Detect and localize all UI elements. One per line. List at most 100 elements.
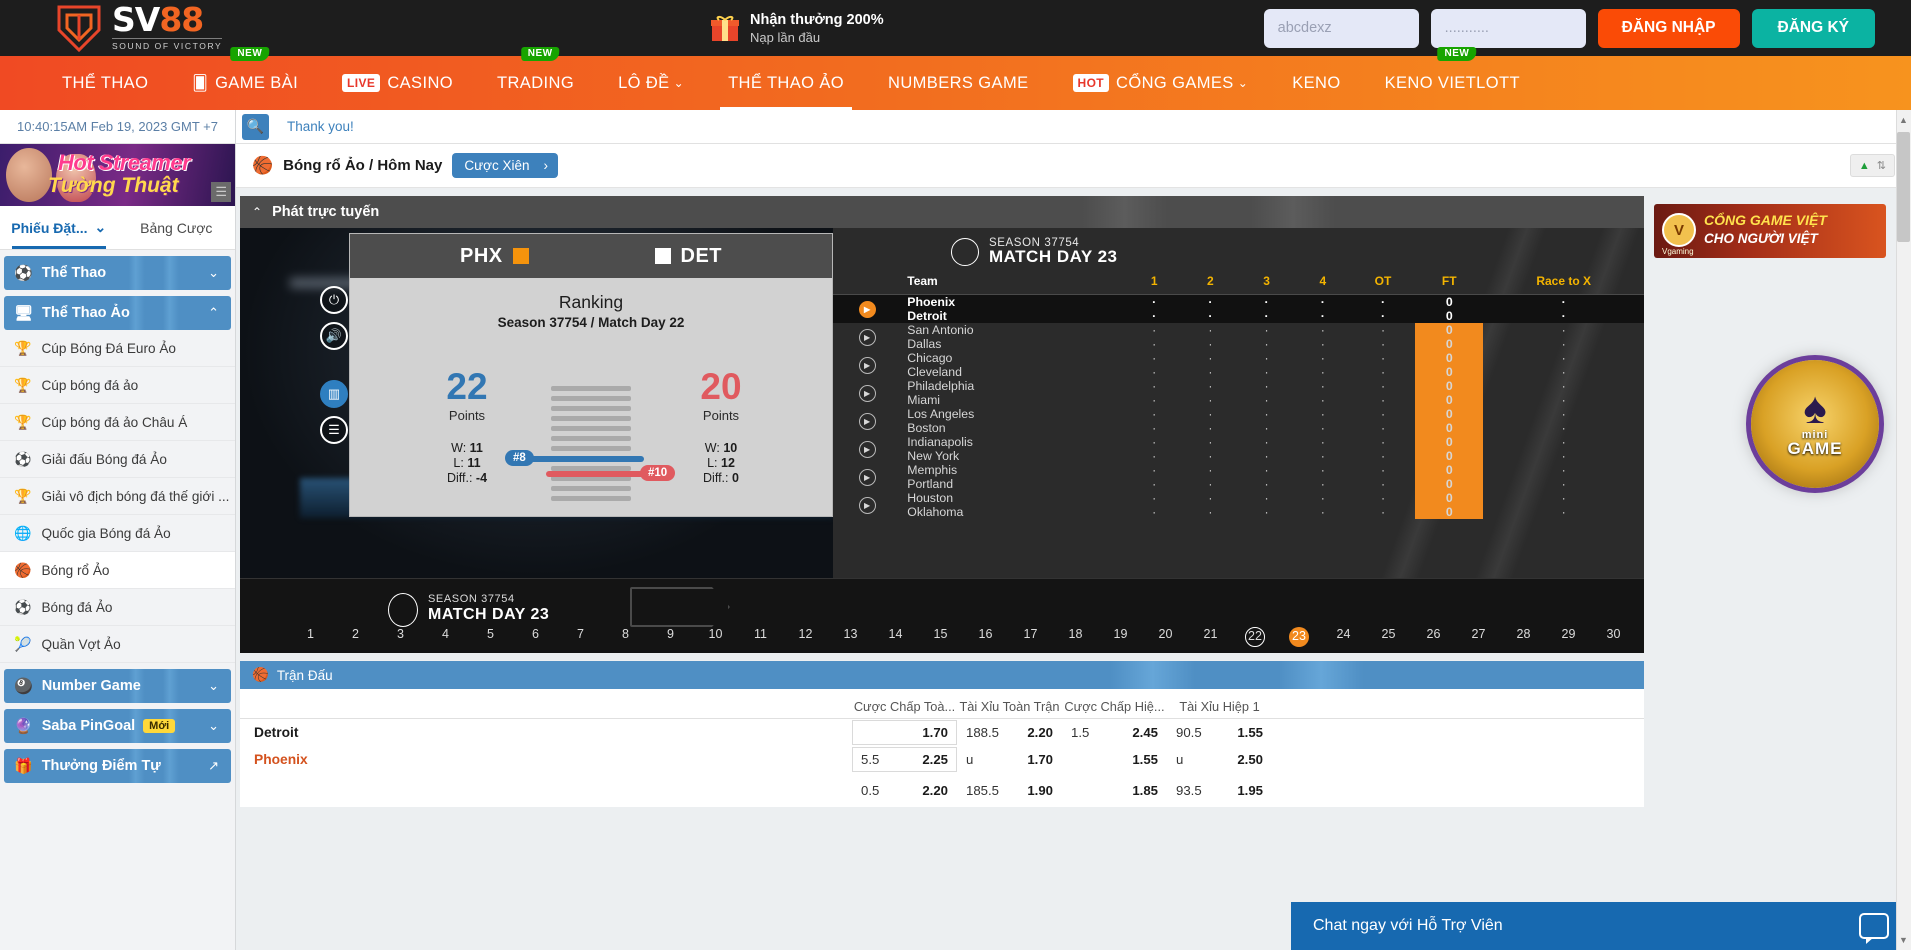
nav-item-keno[interactable]: KENO bbox=[1270, 56, 1362, 110]
login-button[interactable]: ĐĂNG NHẬP bbox=[1597, 8, 1740, 48]
nav-item-keno-vietlott[interactable]: NEW KENO VIETLOTT bbox=[1363, 47, 1542, 110]
odd-cell[interactable]: 1.70 bbox=[852, 720, 957, 745]
sidebar-item-cup-bong-da-ao[interactable]: 🏆 Cúp bóng đá ảo bbox=[0, 367, 235, 404]
scroll-down-icon[interactable]: ▼ bbox=[1897, 932, 1910, 948]
sort-toggle[interactable]: ▲ ⇅ bbox=[1849, 154, 1895, 177]
play-icon[interactable]: ▶ bbox=[858, 496, 876, 514]
play-cell[interactable]: ▶ bbox=[833, 407, 901, 435]
matchday-29[interactable]: 29 bbox=[1558, 627, 1579, 647]
vgaming-ad[interactable]: V CỔNG GAME VIỆT CHO NGƯỜI VIỆT Vgaming bbox=[1654, 204, 1886, 258]
username-input[interactable] bbox=[1263, 8, 1419, 48]
play-icon[interactable]: ▶ bbox=[858, 384, 876, 402]
nav-item-game-bai[interactable]: NEW 🂠 GAME BÀI bbox=[170, 47, 320, 110]
sidebar-item-cup-bong-da-ao-chau-a[interactable]: 🏆 Cúp bóng đá ảo Châu Á bbox=[0, 404, 235, 441]
table-row[interactable]: Oklahoma · · · · · 0 · bbox=[833, 505, 1644, 519]
power-icon[interactable]: ⏻ bbox=[320, 286, 348, 314]
table-row[interactable]: Cleveland · · · · · 0 · bbox=[833, 365, 1644, 379]
odd-cell[interactable]: 5.5 2.25 bbox=[852, 747, 957, 772]
stream-header[interactable]: ⌃ Phát trực tuyến bbox=[240, 196, 1644, 228]
matchday-8[interactable]: 8 bbox=[615, 627, 636, 647]
matchday-5[interactable]: 5 bbox=[480, 627, 501, 647]
matchday-3[interactable]: 3 bbox=[390, 627, 411, 647]
table-row[interactable]: New York · · · · · 0 · bbox=[833, 449, 1644, 463]
minigame-button[interactable]: ♠ mini GAME bbox=[1751, 360, 1879, 488]
table-row[interactable]: ▶ Indianapolis · · · · · 0 · bbox=[833, 435, 1644, 458]
table-row[interactable]: ▶ Houston · · · · · 0 · bbox=[833, 491, 1644, 514]
video-player[interactable]: ⏻ 🔊 ▥ ☰ PHX DET Ranking Season 37754 / M… bbox=[240, 228, 833, 578]
play-cell[interactable]: ▶ bbox=[833, 294, 902, 323]
sidebar-group-saba-pingoal[interactable]: 🔮 Saba PinGoal Mới ⌄ bbox=[4, 709, 231, 743]
matchday-22[interactable]: 22 bbox=[1245, 627, 1265, 647]
play-cell[interactable]: ▶ bbox=[833, 435, 901, 463]
matchday-21[interactable]: 21 bbox=[1200, 627, 1221, 647]
odd-cell[interactable]: 185.5 1.90 bbox=[957, 778, 1062, 803]
tab-phieu-dat[interactable]: Phiếu Đặt... ⌄ bbox=[0, 206, 118, 249]
play-icon[interactable]: ▶ bbox=[858, 300, 876, 318]
matchday-30[interactable]: 30 bbox=[1603, 627, 1624, 647]
matchday-25[interactable]: 25 bbox=[1378, 627, 1399, 647]
table-row[interactable]: Portland · · · · · 0 · bbox=[833, 477, 1644, 491]
table-row[interactable]: ▶ Chicago · · · · · 0 · bbox=[833, 351, 1644, 374]
search-icon[interactable]: 🔍 bbox=[242, 113, 269, 140]
table-row[interactable]: ▶ Los Angeles · · · · · 0 · bbox=[833, 407, 1644, 430]
matchday-16[interactable]: 16 bbox=[975, 627, 996, 647]
nav-item-the-thao-ao[interactable]: THỂ THAO ẢO bbox=[706, 56, 866, 110]
site-logo[interactable]: SV88 SOUND OF VICTORY bbox=[56, 3, 223, 52]
matchday-4[interactable]: 4 bbox=[435, 627, 456, 647]
sidebar-item-cup-bong-da-euro-ao[interactable]: 🏆 Cúp Bóng Đá Euro Ảo bbox=[0, 330, 235, 367]
sidebar-item-bong-ro-ao[interactable]: 🏀 Bóng rổ Ảo bbox=[0, 552, 235, 589]
matchday-19[interactable]: 19 bbox=[1110, 627, 1131, 647]
page-scrollbar[interactable]: ▲ ▼ bbox=[1896, 110, 1911, 950]
matchday-17[interactable]: 17 bbox=[1020, 627, 1041, 647]
table-row[interactable]: ▶ Philadelphia · · · · · 0 · bbox=[833, 379, 1644, 402]
scroll-thumb[interactable] bbox=[1897, 132, 1910, 242]
odd-cell[interactable]: 1.5 2.45 bbox=[1062, 720, 1167, 745]
nav-item-trading[interactable]: NEW TRADING bbox=[475, 47, 596, 110]
play-icon[interactable]: ▶ bbox=[858, 328, 876, 346]
matchday-24[interactable]: 24 bbox=[1333, 627, 1354, 647]
play-cell[interactable]: ▶ bbox=[833, 351, 901, 379]
play-icon[interactable]: ▶ bbox=[858, 412, 876, 430]
chat-support-widget[interactable]: Chat ngay với Hỗ Trợ Viên bbox=[1291, 902, 1911, 950]
banner-menu-icon[interactable]: ☰ bbox=[211, 182, 231, 202]
matchday-28[interactable]: 28 bbox=[1513, 627, 1534, 647]
odd-cell[interactable]: u 2.50 bbox=[1167, 747, 1272, 772]
sidebar-group-the-thao[interactable]: ⚽ Thể Thao ⌄ bbox=[4, 256, 231, 290]
matchday-1[interactable]: 1 bbox=[300, 627, 321, 647]
matchday-27[interactable]: 27 bbox=[1468, 627, 1489, 647]
volume-icon[interactable]: 🔊 bbox=[320, 322, 348, 350]
play-icon[interactable]: ▶ bbox=[858, 440, 876, 458]
play-icon[interactable]: ▶ bbox=[858, 468, 876, 486]
play-cell[interactable]: ▶ bbox=[833, 463, 901, 491]
matchday-12[interactable]: 12 bbox=[795, 627, 816, 647]
nav-item-lo-de[interactable]: LÔ ĐỀ ⌄ bbox=[596, 56, 706, 110]
odd-cell[interactable]: 93.5 1.95 bbox=[1167, 778, 1272, 803]
sidebar-group-number-game[interactable]: 🎱 Number Game ⌄ bbox=[4, 669, 231, 703]
sidebar-promo-banner[interactable]: Hot Streamer Tường Thuật ☰ bbox=[0, 144, 235, 206]
odd-cell[interactable]: 90.5 1.55 bbox=[1167, 720, 1272, 745]
sidebar-item-quan-vot-ao[interactable]: 🎾 Quần Vợt Ảo bbox=[0, 626, 235, 663]
play-cell[interactable]: ▶ bbox=[833, 491, 901, 519]
odd-cell[interactable]: 188.5 2.20 bbox=[957, 720, 1062, 745]
play-cell[interactable]: ▶ bbox=[833, 379, 901, 407]
matchday-2[interactable]: 2 bbox=[345, 627, 366, 647]
table-row[interactable]: ▶ Phoenix · · · · · 0 · bbox=[833, 294, 1644, 323]
odd-cell[interactable]: 1.55 bbox=[1062, 747, 1167, 772]
password-input[interactable] bbox=[1430, 8, 1586, 48]
sidebar-group-thuong-diem[interactable]: 🎁 Thưởng Điểm Tự ↗ bbox=[4, 749, 231, 783]
chevron-up-icon[interactable]: ⌃ bbox=[252, 205, 262, 219]
odd-cell[interactable]: u 1.70 bbox=[957, 747, 1062, 772]
play-cell[interactable]: ▶ bbox=[833, 323, 901, 351]
matchday-13[interactable]: 13 bbox=[840, 627, 861, 647]
nav-item-the-thao[interactable]: THỂ THAO bbox=[40, 56, 170, 110]
matchday-9[interactable]: 9 bbox=[660, 627, 681, 647]
table-row[interactable]: Boston · · · · · 0 · bbox=[833, 421, 1644, 435]
matchday-11[interactable]: 11 bbox=[750, 627, 771, 647]
nav-item-numbers-game[interactable]: NUMBERS GAME bbox=[866, 56, 1050, 110]
matchday-6[interactable]: 6 bbox=[525, 627, 546, 647]
list-icon[interactable]: ☰ bbox=[320, 416, 348, 444]
table-row[interactable]: Detroit · · · · · 0 · bbox=[833, 309, 1644, 323]
sidebar-item-giai-vo-dich-bong-da-the-gioi[interactable]: 🏆 Giải vô địch bóng đá thế giới ... bbox=[0, 478, 235, 515]
matchday-18[interactable]: 18 bbox=[1065, 627, 1086, 647]
nav-item-casino[interactable]: LIVE CASINO bbox=[320, 56, 475, 110]
